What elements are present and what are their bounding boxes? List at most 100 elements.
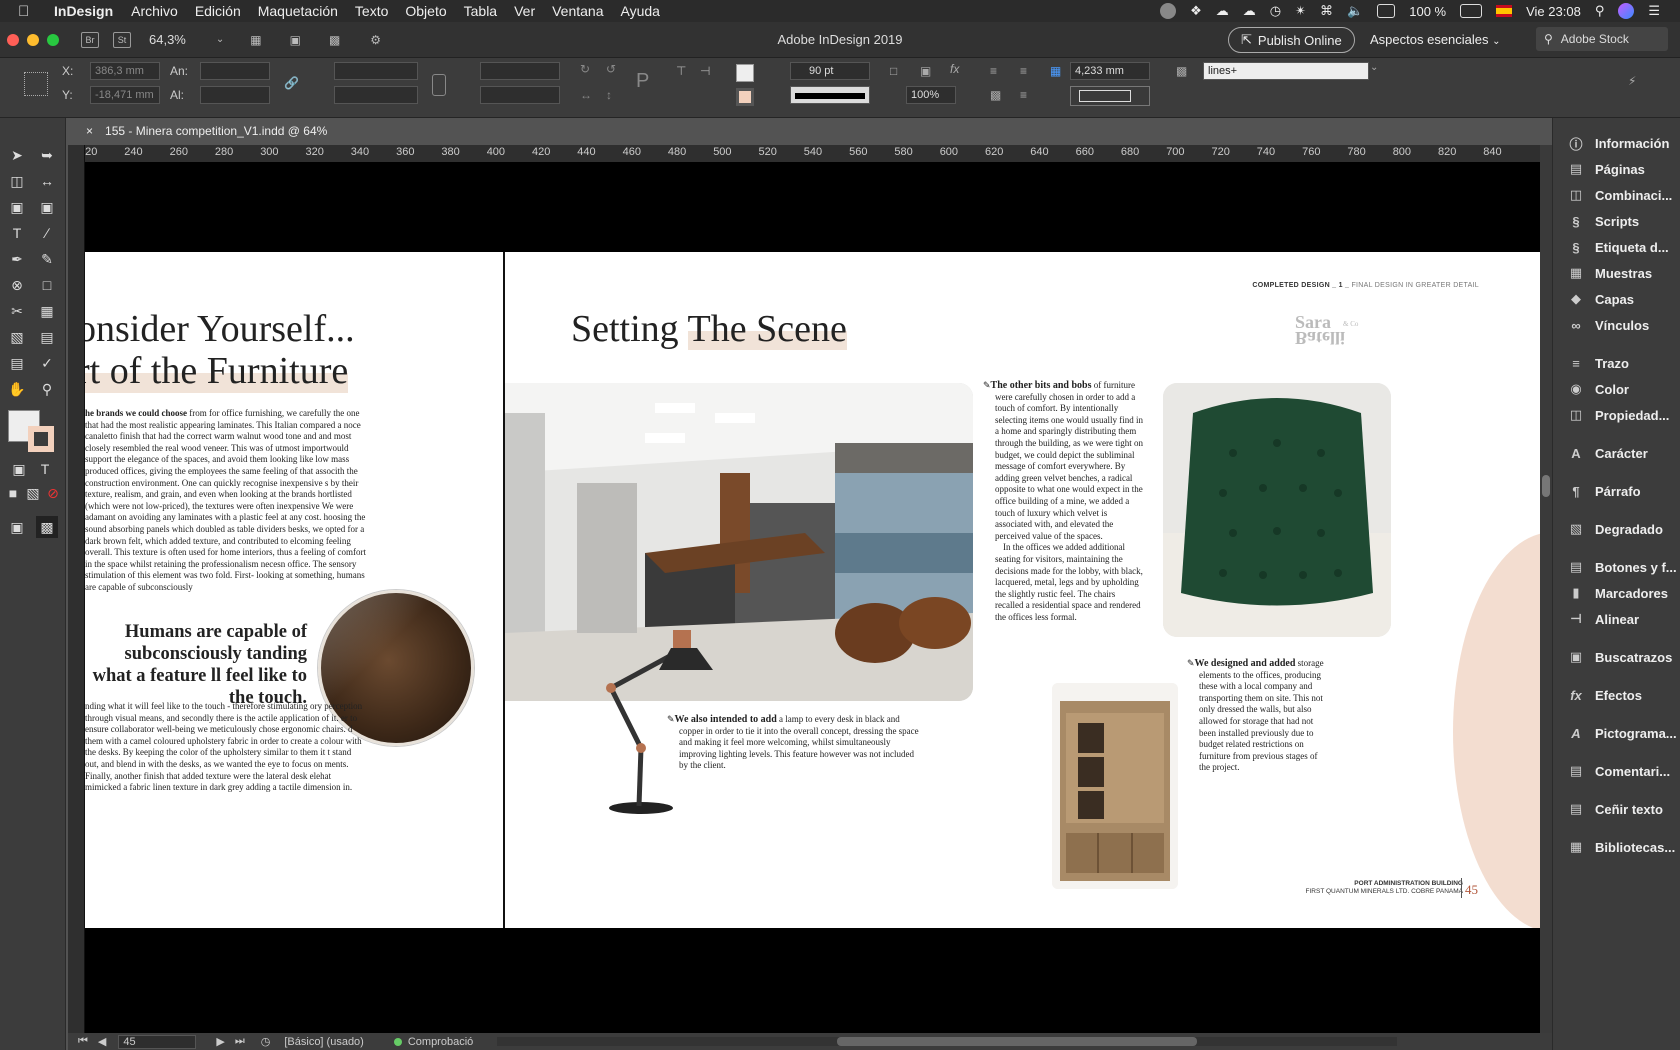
right-page[interactable]: COMPLETED DESIGN _ 1 _ FINAL DESIGN IN G…	[505, 252, 1540, 928]
pasteboard[interactable]: onsider Yourself... rt of the Furniture …	[85, 162, 1540, 1033]
stroke-weight-field[interactable]: 90 pt	[790, 62, 870, 80]
scale-x-field[interactable]	[334, 62, 418, 80]
panel-informacion[interactable]: ⓘ Información	[1567, 130, 1680, 156]
creative-cloud-icon[interactable]: ☁	[1243, 3, 1256, 19]
storage-unit-photo[interactable]	[1052, 683, 1178, 889]
rectangle-frame-tool-icon[interactable]: ⊗	[6, 274, 28, 296]
stock-button[interactable]: St	[113, 31, 131, 48]
content-placer-icon[interactable]: ▣	[36, 196, 58, 218]
apply-none-icon[interactable]: ⊘	[42, 482, 64, 504]
menu-objeto[interactable]: Objeto	[405, 3, 446, 19]
publish-online-button[interactable]: ⇱ Publish Online	[1228, 27, 1355, 53]
panel-marcadores[interactable]: ▮ Marcadores	[1567, 580, 1680, 606]
vertical-scrollbar-thumb[interactable]	[1542, 475, 1550, 497]
selection-tool-icon[interactable]: ➤	[6, 144, 28, 166]
menu-texto[interactable]: Texto	[355, 3, 388, 19]
type-tool-icon[interactable]: T	[6, 222, 28, 244]
panel-cenir-texto[interactable]: ▤ Ceñir texto	[1567, 796, 1680, 822]
first-page-icon[interactable]: ⏮	[78, 1035, 88, 1048]
horizontal-scrollbar[interactable]	[497, 1037, 1398, 1046]
gradient-feather-tool-icon[interactable]: ▤	[36, 326, 58, 348]
object-style-chevron-icon[interactable]: ⌄	[1370, 62, 1378, 73]
bluetooth-icon[interactable]: ✴	[1295, 3, 1306, 19]
document-tab[interactable]: × 155 - Minera competition_V1.indd @ 64%	[74, 118, 340, 144]
horizontal-ruler[interactable]: 220 240 260 280 300 320 340 360 380 400 420 440 460 4…	[85, 145, 1541, 162]
rectangle-tool-icon[interactable]: □	[36, 274, 58, 296]
close-tab-icon[interactable]: ×	[86, 124, 93, 138]
panel-degradado[interactable]: ▧ Degradado	[1567, 516, 1680, 542]
panel-combinacion[interactable]: ◫ Combinaci...	[1567, 182, 1680, 208]
gpu-performance-icon[interactable]: ⚙	[370, 33, 381, 47]
adobe-stock-search[interactable]: ⚲ Adobe Stock	[1536, 27, 1668, 51]
office-photo[interactable]	[505, 383, 973, 701]
stroke-swatch[interactable]	[736, 88, 754, 106]
zoom-dropdown-icon[interactable]: ⌄	[216, 34, 224, 45]
vertical-scrollbar[interactable]	[1540, 145, 1552, 1033]
effects-fx-icon[interactable]: fx	[950, 62, 959, 76]
eyedropper-tool-icon[interactable]: ✓	[36, 352, 58, 374]
panel-color[interactable]: ◉ Color	[1567, 376, 1680, 402]
scissors-tool-icon[interactable]: ✂	[6, 300, 28, 322]
hand-tool-icon[interactable]: ✋	[6, 378, 28, 400]
reference-point-icon[interactable]	[24, 72, 48, 96]
content-collector-icon[interactable]: ▣	[6, 196, 28, 218]
shear-field[interactable]	[480, 86, 560, 104]
apply-color-icon[interactable]: ■	[2, 482, 24, 504]
zoom-level[interactable]: 64,3%	[149, 32, 186, 47]
panel-vinculos[interactable]: ∞ Vínculos	[1567, 312, 1680, 338]
gap-field[interactable]: 4,233 mm	[1070, 62, 1150, 80]
panel-capas[interactable]: ◆ Capas	[1567, 286, 1680, 312]
x-position-field[interactable]: 386,3 mm	[90, 62, 160, 80]
flip-horizontal-icon[interactable]: ↔	[580, 88, 592, 102]
apple-menu-icon[interactable]: 	[18, 3, 38, 20]
velvet-bench-photo[interactable]	[1163, 383, 1391, 637]
fit-frame-icon[interactable]: ▦	[1050, 64, 1061, 78]
object-style-dropdown[interactable]: lines+	[1203, 62, 1369, 80]
workspace-switcher[interactable]: Aspectos esenciales ⌄	[1370, 32, 1501, 47]
cloud-sync-icon[interactable]: ☁	[1216, 3, 1229, 19]
object-style-icon[interactable]: ▩	[1176, 64, 1187, 78]
panel-pictogramas[interactable]: A Pictograma...	[1567, 720, 1680, 746]
stroke-type-dropdown[interactable]	[790, 86, 870, 104]
baseline-grid-icon[interactable]: ≡	[1020, 88, 1027, 102]
preflight-status[interactable]: Comprobació	[408, 1036, 473, 1048]
panel-comentarios[interactable]: ▤ Comentari...	[1567, 758, 1680, 784]
line-tool-icon[interactable]: ∕	[36, 222, 58, 244]
screen-mode-icon[interactable]: ▣	[290, 33, 301, 47]
menu-edicion[interactable]: Edición	[195, 3, 241, 19]
panel-efectos[interactable]: fx Efectos	[1567, 682, 1680, 708]
preview-mode-icon[interactable]: ▩	[36, 516, 58, 538]
free-transform-tool-icon[interactable]: ▦	[36, 300, 58, 322]
spotlight-search-icon[interactable]: ⚲	[1595, 3, 1605, 19]
width-field[interactable]	[200, 62, 270, 80]
time-machine-icon[interactable]: ◷	[1270, 3, 1281, 19]
opacity-field[interactable]: 100%	[906, 86, 956, 104]
formatting-container-icon[interactable]: ▣	[8, 458, 30, 480]
rotate-cw-icon[interactable]: ↻	[580, 62, 590, 76]
pen-tool-icon[interactable]: ✒	[6, 248, 28, 270]
gap-tool-icon[interactable]: ↔	[36, 170, 58, 192]
view-options-icon[interactable]: ▦	[250, 33, 261, 47]
bridge-button[interactable]: Br	[81, 31, 99, 48]
height-field[interactable]	[200, 86, 270, 104]
stroke-color-swatch[interactable]	[28, 426, 54, 452]
battery-icon[interactable]	[1460, 4, 1483, 18]
panel-etiqueta[interactable]: § Etiqueta d...	[1567, 234, 1680, 260]
distribute-icon[interactable]: ⊣	[700, 64, 710, 78]
zoom-tool-icon[interactable]: ⚲	[36, 378, 58, 400]
shadow-icon[interactable]: ▣	[920, 64, 931, 78]
dropbox-icon[interactable]: ❖	[1190, 3, 1202, 19]
constrain-proportions-icon[interactable]: 🔗	[284, 76, 299, 90]
panel-buscatrazos[interactable]: ▣ Buscatrazos	[1567, 644, 1680, 670]
note-tool-icon[interactable]: ▤	[6, 352, 28, 374]
panel-propiedades[interactable]: ◫ Propiedad...	[1567, 402, 1680, 428]
quick-apply-icon[interactable]: ⚡	[1628, 74, 1636, 88]
corner-shape-dropdown[interactable]	[1070, 86, 1150, 106]
input-flag-icon[interactable]	[1496, 5, 1513, 17]
last-page-icon[interactable]: ⏭	[235, 1035, 245, 1048]
apply-gradient-icon[interactable]: ▧	[22, 482, 44, 504]
panel-alinear[interactable]: ⊣ Alinear	[1567, 606, 1680, 632]
align-left-icon[interactable]: ≡	[990, 64, 997, 78]
vertical-ruler[interactable]	[68, 145, 85, 1033]
status-up-icon[interactable]	[1160, 3, 1177, 19]
